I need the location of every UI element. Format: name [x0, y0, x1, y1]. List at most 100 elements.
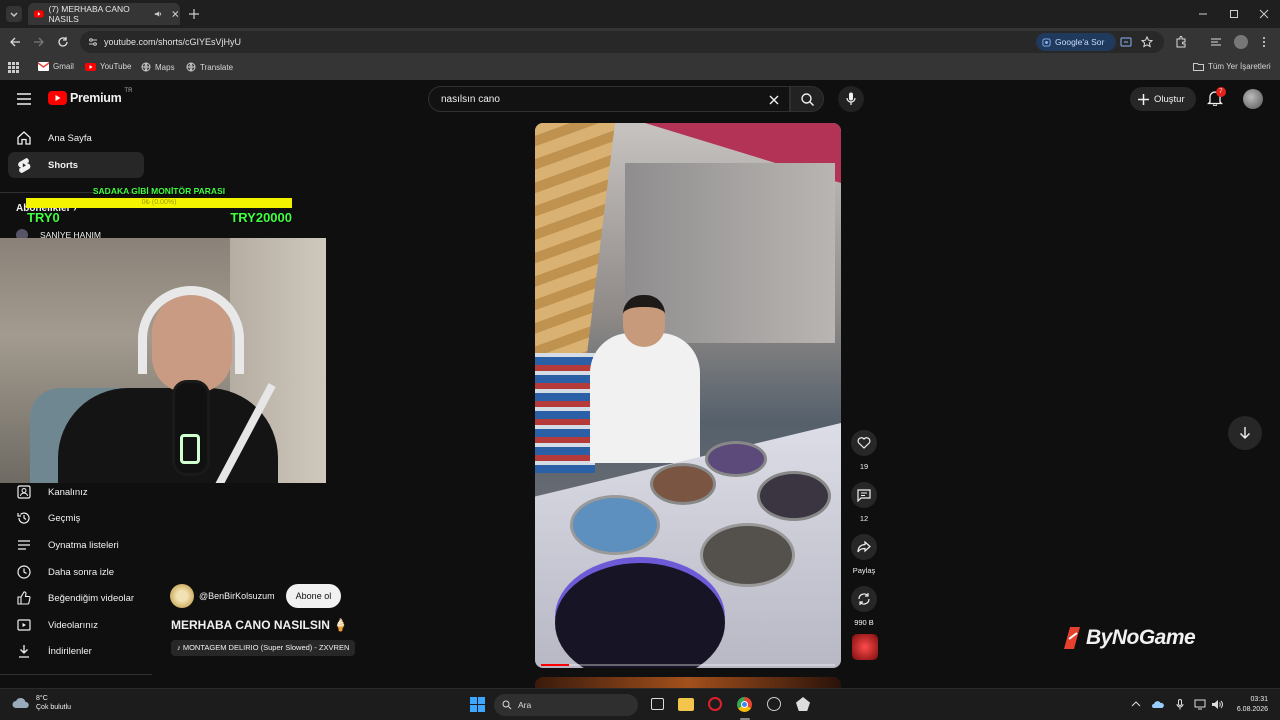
share-icon [857, 541, 871, 553]
site-info-icon[interactable] [88, 37, 98, 47]
nav-history[interactable]: Geçmiş [0, 505, 150, 531]
nav-shorts[interactable]: Shorts [8, 152, 144, 178]
nav-downloads[interactable]: İndirilenler [0, 638, 150, 664]
weather-widget[interactable]: 8°C Çok bulutlu [12, 694, 71, 712]
menu-icon[interactable] [17, 93, 31, 105]
taskbar-search-label: Ara [518, 700, 532, 710]
like-button[interactable] [851, 430, 877, 456]
nav-your-videos[interactable]: Videolarınız [0, 612, 150, 638]
nav-playlists[interactable]: Oynatma listeleri [0, 532, 150, 558]
bynogame-watermark: ByNoGame [1060, 625, 1196, 651]
back-icon[interactable] [9, 36, 21, 48]
bookmark-label: Maps [155, 62, 175, 72]
new-tab-icon[interactable] [188, 8, 200, 20]
sound-thumbnail[interactable] [852, 634, 878, 660]
speaker-icon[interactable] [154, 9, 163, 19]
comment-icon [857, 489, 871, 502]
reading-list-icon[interactable] [1210, 36, 1222, 48]
clear-search-icon[interactable] [769, 95, 779, 105]
webcam-overlay [0, 238, 326, 483]
thumbs-up-icon [17, 591, 31, 605]
chrome-icon[interactable] [737, 697, 752, 712]
all-bookmarks[interactable]: Tüm Yer İşaretleri [1193, 62, 1271, 71]
video-progress-track[interactable] [541, 664, 835, 666]
search-icon [502, 700, 512, 710]
microphone-icon [846, 92, 856, 105]
video-man-head [623, 295, 665, 347]
tab-list-button[interactable] [6, 6, 22, 22]
volume-icon[interactable] [1211, 699, 1223, 710]
profile-avatar[interactable] [1234, 35, 1248, 49]
webcam-mic-light [180, 434, 200, 464]
cast-icon[interactable] [1120, 36, 1132, 48]
bookmark-maps[interactable]: Maps [141, 62, 175, 72]
notifications-button[interactable]: 7 [1206, 87, 1226, 108]
video-bin-4 [570, 495, 660, 555]
task-view-icon[interactable] [651, 698, 664, 710]
file-explorer-icon[interactable] [678, 698, 694, 711]
chevron-up-icon[interactable] [1131, 700, 1141, 708]
subscribe-button[interactable]: Abone ol [285, 584, 342, 608]
close-window-icon[interactable] [1259, 9, 1269, 19]
extensions-icon[interactable] [1175, 36, 1187, 48]
like-count: 19 [859, 462, 869, 471]
bookmark-star-icon[interactable] [1141, 36, 1153, 48]
plus-icon [1138, 93, 1149, 105]
app-icon[interactable] [796, 697, 810, 711]
search-input[interactable]: nasılsın cano [441, 94, 500, 105]
youtube-logo-icon [48, 91, 67, 105]
share-label: Paylaş [852, 566, 876, 575]
bookmark-youtube[interactable]: YouTube [85, 62, 131, 71]
bookmark-translate[interactable]: Translate [186, 62, 233, 72]
account-avatar[interactable] [1243, 89, 1263, 109]
music-chip[interactable]: ♪ MONTAGEM DELIRIO (Super Slowed) - ZXVR… [171, 640, 356, 656]
share-button[interactable] [851, 534, 877, 560]
voice-search-button[interactable] [838, 86, 864, 112]
donation-current: TRY0 [27, 210, 60, 225]
network-icon[interactable] [1194, 699, 1206, 710]
channel-name[interactable]: @BenBirKolsuzum [199, 591, 275, 601]
nav-label: Ana Sayfa [48, 132, 92, 144]
close-tab-icon[interactable] [171, 9, 180, 19]
nav-label: Kanalınız [48, 486, 88, 498]
nav-watch-later[interactable]: Daha sonra izle [0, 559, 150, 585]
comments-button[interactable] [851, 482, 877, 508]
reload-icon[interactable] [57, 36, 69, 48]
browser-tab-active[interactable]: (7) MERHABA CANO NASILS [28, 3, 180, 25]
history-icon [17, 512, 30, 524]
forward-icon[interactable] [33, 36, 45, 48]
next-short-preview[interactable] [535, 677, 841, 688]
short-video[interactable] [535, 123, 841, 668]
clock[interactable]: 03:31 6.08.2026 [1228, 695, 1268, 715]
youtube-logo[interactable]: Premium TR [48, 88, 132, 105]
search-box[interactable]: nasılsın cano [428, 86, 790, 112]
apps-grid-icon[interactable] [8, 62, 19, 73]
arrow-down-icon [1240, 427, 1250, 439]
next-short-button[interactable] [1228, 416, 1262, 450]
nav-liked-videos[interactable]: Beğendiğim videolar [0, 585, 150, 611]
opera-icon[interactable] [708, 697, 722, 711]
bookmark-gmail[interactable]: Gmail [38, 62, 74, 71]
search-button[interactable] [790, 86, 824, 112]
create-button[interactable]: Oluştur [1130, 87, 1196, 111]
onedrive-icon[interactable] [1152, 700, 1164, 709]
nav-home[interactable]: Ana Sayfa [0, 125, 150, 151]
ask-google-button[interactable]: Google'a Sor [1036, 33, 1116, 51]
chevron-down-icon [10, 12, 18, 17]
browser-tab-bar: (7) MERHABA CANO NASILS [0, 0, 1280, 28]
remix-button[interactable] [851, 586, 877, 612]
microphone-icon[interactable] [1176, 699, 1184, 710]
windows-start-icon[interactable] [470, 697, 485, 712]
address-bar[interactable]: youtube.com/shorts/cGIYEsVjHyU Google'a … [80, 31, 1164, 53]
minimize-icon[interactable] [1198, 9, 1208, 19]
more-menu-icon[interactable] [1261, 36, 1267, 48]
app-icon[interactable] [767, 697, 781, 711]
video-man-body [590, 333, 700, 463]
webcam-headphones [138, 286, 244, 374]
nav-your-channel[interactable]: Kanalınız [0, 479, 150, 505]
taskbar-search[interactable]: Ara [494, 694, 638, 716]
clock-time: 03:31 [1250, 696, 1268, 703]
channel-avatar[interactable] [170, 584, 194, 608]
maximize-icon[interactable] [1229, 9, 1239, 19]
video-bin-5 [700, 523, 795, 587]
